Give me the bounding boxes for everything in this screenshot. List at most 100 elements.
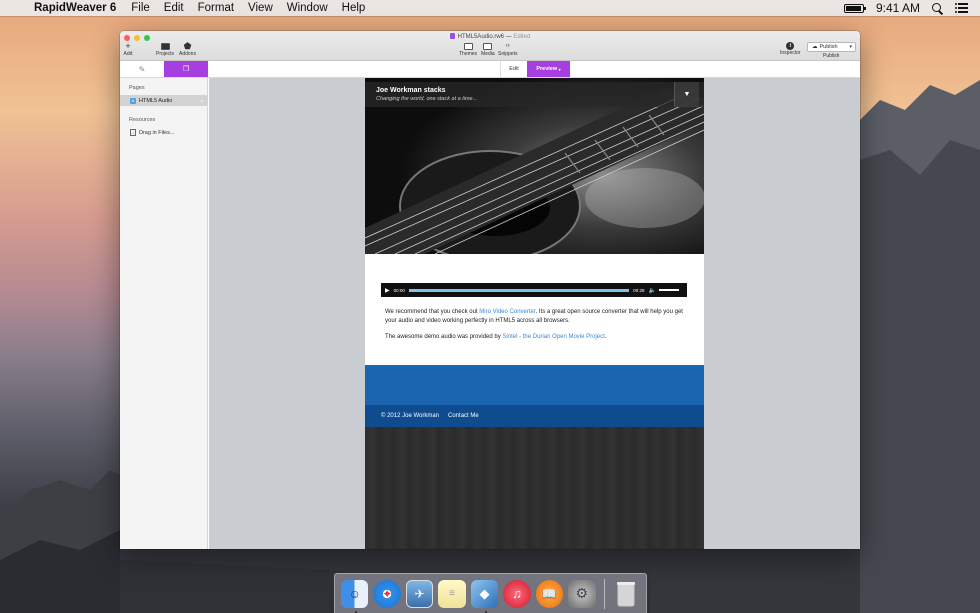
triangle-down-icon: ▼ [683, 91, 691, 98]
publish-label: Publish [823, 53, 840, 59]
plus-icon: + [125, 41, 131, 51]
trash-icon[interactable] [613, 580, 640, 608]
menu-format[interactable]: Format [191, 2, 241, 14]
volume-icon[interactable]: 🔈 [649, 287, 656, 294]
dock-separator [603, 578, 605, 609]
contact-link[interactable]: Contact Me [448, 413, 479, 419]
pages-icon: ❐ [182, 66, 190, 73]
tab-edit[interactable]: Edit [500, 61, 527, 77]
pages-heading: Pages [129, 85, 145, 91]
preview-area[interactable]: Joe Workman stacks Changing the world, o… [209, 78, 860, 549]
notification-center-icon[interactable] [955, 3, 968, 13]
addons-label: Addons [179, 51, 196, 57]
inspector-label: Inspector [780, 50, 801, 56]
rapidweaver-window: HTML5Audio.rw6 — Edited + Add Projects ⬟… [120, 31, 860, 549]
media-icon [483, 42, 493, 51]
media-button[interactable]: Media [481, 42, 495, 57]
site-tagline: Changing the world, one stack at a time.… [376, 96, 478, 102]
drag-in-files-label: Drag in Files... [139, 129, 175, 136]
projects-button[interactable]: Projects [156, 42, 174, 57]
publish-button[interactable]: ☁ Publish ▾ [807, 42, 856, 52]
tab-pages[interactable]: ❐ [164, 61, 208, 77]
paragraph-converter: We recommend that you check out Miro Vid… [385, 308, 685, 326]
chevron-down-icon[interactable]: ▾ [849, 44, 852, 50]
app-menu[interactable]: RapidWeaver 6 [30, 2, 124, 14]
audio-duration: 00:28 [633, 287, 645, 293]
publish-button-label: Publish [819, 44, 838, 50]
miro-link[interactable]: Miro Video Converter [479, 309, 535, 315]
menu-help[interactable]: Help [335, 2, 373, 14]
battery-icon[interactable] [843, 3, 866, 13]
rapidweaver-icon[interactable]: ◆ [470, 579, 499, 613]
system-preferences-icon[interactable]: ⚙ [568, 579, 596, 608]
snippets-label: Snippets [498, 51, 518, 57]
sintel-link[interactable]: Sintel - the Durian Open Movie Project [502, 334, 604, 340]
spotlight-search-icon[interactable] [932, 2, 943, 14]
site-header-bar [365, 82, 704, 107]
play-icon[interactable]: ▶ [385, 287, 390, 294]
inspector-button[interactable]: i Inspector [780, 42, 801, 56]
themes-button[interactable]: Themes [459, 42, 477, 57]
document-status[interactable]: Edited [513, 34, 530, 40]
preview-icon[interactable]: ✈ [405, 579, 434, 608]
add-button[interactable]: + Add [123, 41, 133, 58]
drag-in-files-item[interactable]: ↓ Drag in Files... [130, 129, 174, 136]
sidebar: Pages A HTML5 Audio ▸ Resources ↓ Drag i… [120, 78, 208, 549]
menu-file[interactable]: File [124, 2, 157, 14]
chevron-down-icon: ▾ [558, 66, 561, 72]
chevron-right-icon[interactable]: ▸ [201, 98, 203, 103]
paragraph-text: . [604, 334, 607, 340]
themes-label: Themes [459, 51, 478, 57]
file-icon: ↓ [130, 129, 136, 136]
site-title[interactable]: Joe Workman stacks [376, 87, 446, 94]
addons-icon: ⬟ [183, 41, 192, 51]
menu-bar: RapidWeaver 6 File Edit Format View Wind… [0, 0, 980, 16]
volume-slider[interactable] [659, 289, 679, 291]
page-icon: A [130, 97, 136, 104]
resources-heading: Resources [129, 117, 156, 123]
wood-background [365, 427, 704, 549]
media-label: Media [481, 51, 495, 57]
paragraph-text: We recommend that you check out [385, 309, 480, 315]
addons-button[interactable]: ⬟ Addons [179, 41, 196, 58]
themes-icon [463, 42, 473, 51]
menubar-clock[interactable]: 9:41 AM [876, 1, 920, 15]
add-label: Add [123, 51, 133, 57]
paragraph-credits: The awesome demo audio was provided by S… [385, 333, 685, 342]
document-name: HTML5Audio.rw6 [457, 34, 504, 40]
safari-icon[interactable]: ✦ [373, 579, 401, 608]
mode-tab-row: ✎ ❐ Edit Preview ▾ [120, 61, 860, 78]
footer-bar: © 2012 Joe Workman Contact Me [365, 405, 704, 427]
finder-icon[interactable]: ☺ [341, 579, 369, 613]
tab-preview[interactable]: Preview ▾ [527, 61, 570, 77]
ibooks-icon[interactable]: 📖 [535, 579, 564, 608]
window-toolbar: HTML5Audio.rw6 — Edited + Add Projects ⬟… [120, 31, 860, 61]
snippets-button[interactable]: ‹› Snippets [498, 42, 517, 57]
audio-seek-fill [408, 288, 630, 292]
itunes-icon[interactable]: ♫ [503, 579, 531, 608]
audio-player[interactable]: ▶ 00:00 00:28 🔈 [381, 283, 687, 297]
tab-preview-label: Preview [536, 66, 558, 72]
dock: ☺ ✦ ✈ ≡ ◆ ♫ 📖 ⚙ [334, 573, 647, 613]
audio-seek-bar[interactable] [408, 288, 630, 292]
website-preview[interactable]: Joe Workman stacks Changing the world, o… [365, 78, 704, 549]
nav-menu-toggle[interactable]: ▼ [674, 82, 699, 107]
tab-tools[interactable]: ✎ [120, 61, 164, 77]
menu-window[interactable]: Window [280, 2, 335, 14]
snippets-icon: ‹› [505, 43, 510, 49]
menu-view[interactable]: View [241, 2, 280, 14]
trash-can-icon [617, 581, 636, 606]
sidebar-item-html5-audio[interactable]: A HTML5 Audio ▸ [120, 95, 208, 106]
paragraph-text: The awesome demo audio was provided by [385, 334, 503, 340]
header-image: Joe Workman stacks Changing the world, o… [365, 78, 704, 254]
info-icon: i [786, 42, 795, 50]
notes-icon[interactable]: ≡ [438, 579, 466, 608]
document-icon [449, 33, 455, 39]
wrench-icon: ✎ [138, 64, 146, 74]
footer-copyright: © 2012 Joe Workman [381, 413, 440, 419]
publish-icon: ☁ [812, 44, 818, 50]
audio-current-time: 00:00 [393, 287, 405, 293]
menu-edit[interactable]: Edit [157, 2, 191, 14]
document-title: HTML5Audio.rw6 — Edited [120, 33, 860, 40]
sidebar-item-label: HTML5 Audio [139, 97, 173, 104]
